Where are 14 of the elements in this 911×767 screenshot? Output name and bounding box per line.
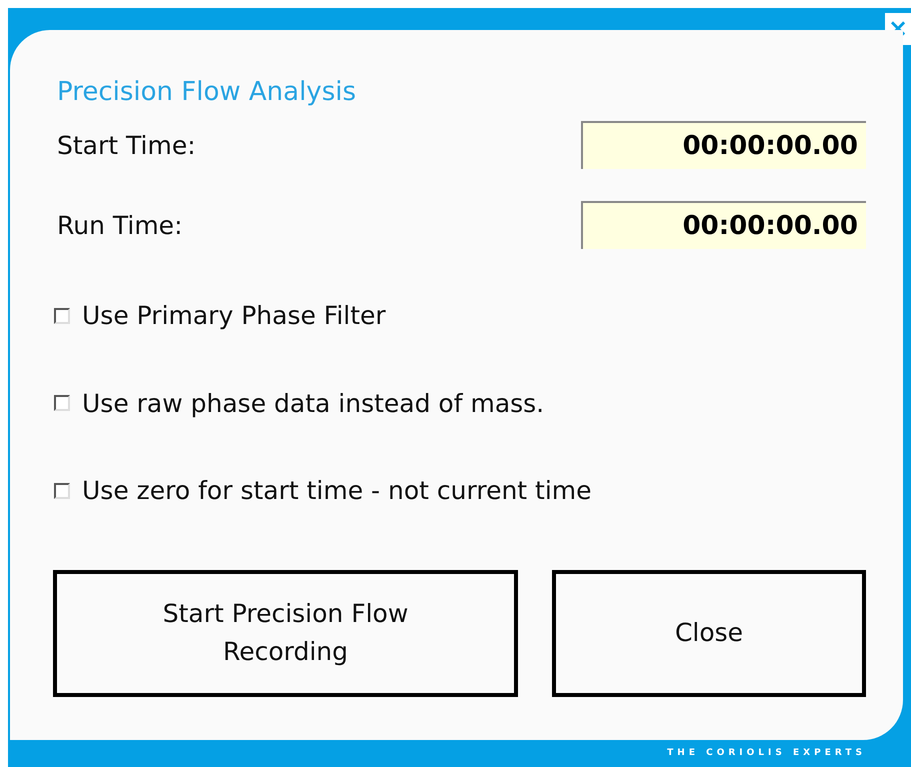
option-label: Use Primary Phase Filter bbox=[82, 300, 386, 332]
start-recording-button[interactable]: Start Precision Flow Recording bbox=[53, 570, 518, 696]
option-label: Use zero for start time - not current time bbox=[82, 475, 592, 507]
checkbox[interactable] bbox=[54, 395, 70, 412]
close-dialog-button[interactable]: Close bbox=[552, 570, 866, 696]
footer-tagline: THE CORIOLIS EXPERTS bbox=[667, 746, 866, 760]
field-label: Start Time: bbox=[57, 130, 196, 162]
field-label: Run Time: bbox=[57, 210, 182, 242]
checkbox[interactable] bbox=[54, 308, 70, 324]
time-field[interactable]: 00:00:00.00 bbox=[581, 201, 866, 249]
dialog-title: Precision Flow Analysis bbox=[57, 76, 358, 109]
time-field[interactable]: 00:00:00.00 bbox=[581, 121, 866, 169]
checkbox[interactable] bbox=[54, 482, 70, 499]
option-label: Use raw phase data instead of mass. bbox=[82, 388, 544, 420]
